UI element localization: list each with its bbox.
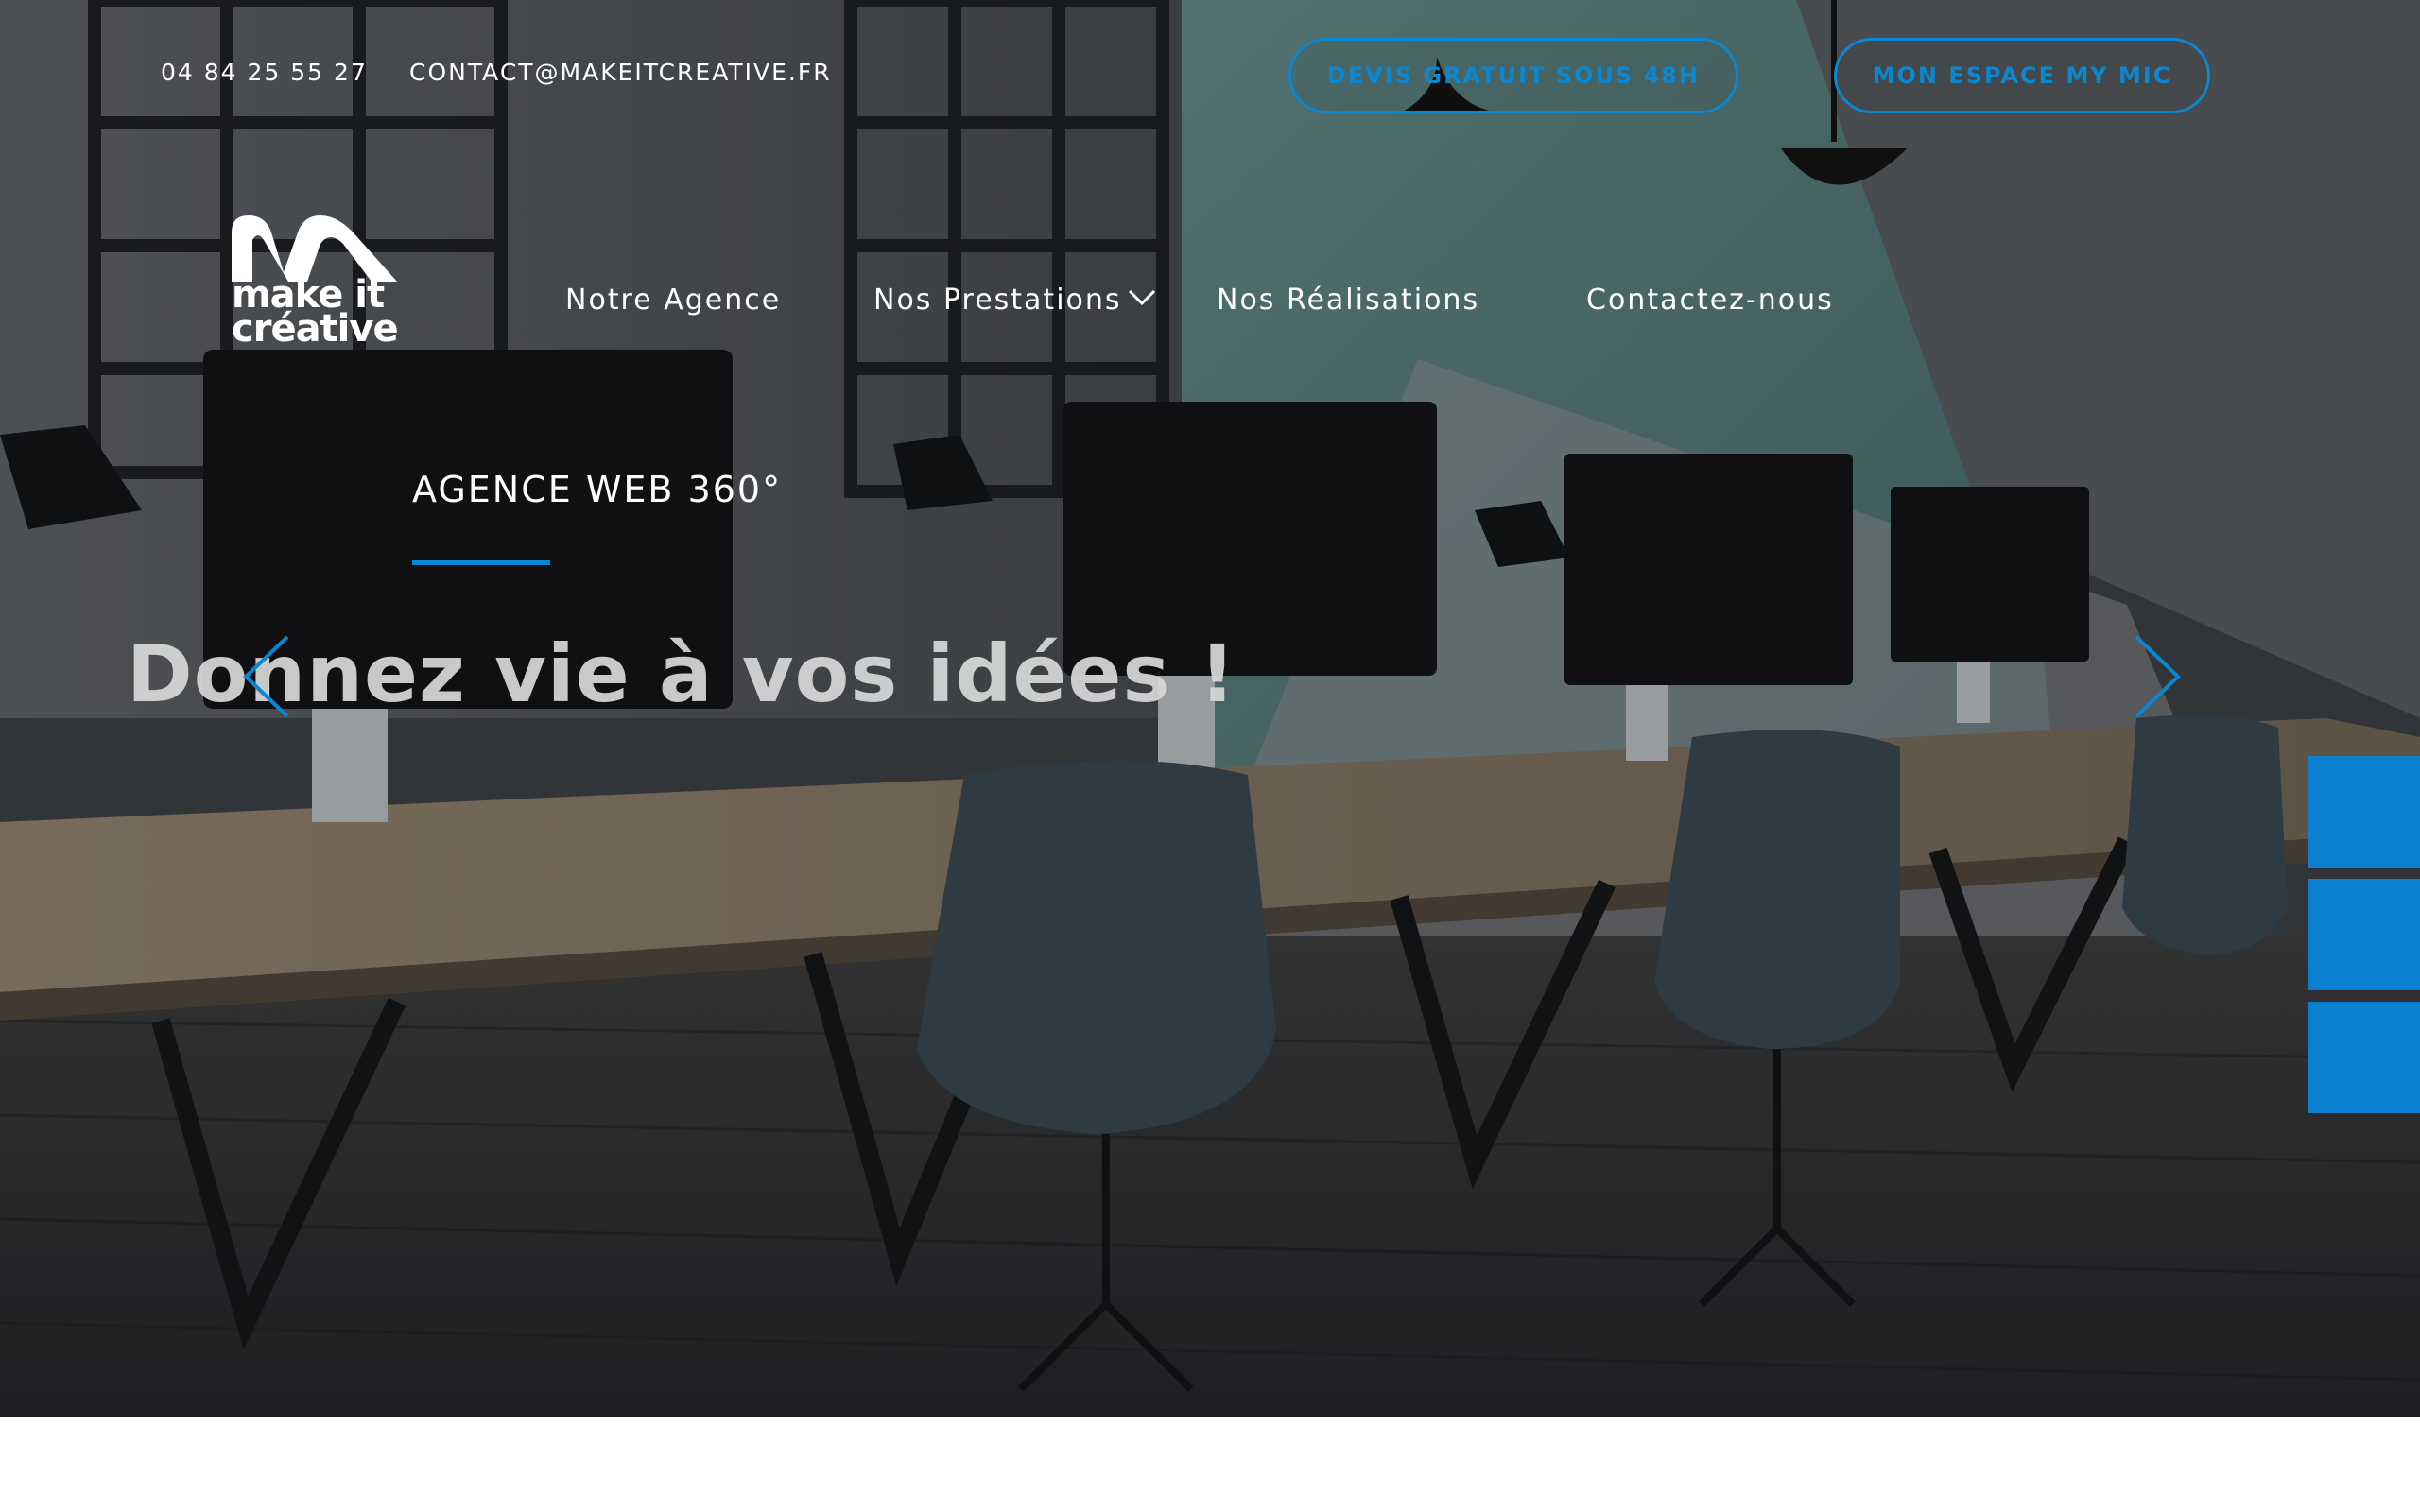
topbar-phone-link[interactable]: 04 84 25 55 27 <box>161 59 368 86</box>
topbar-email-link[interactable]: CONTACT@MAKEITCREATIVE.FR <box>409 59 832 86</box>
side-tab-1[interactable] <box>2308 756 2420 868</box>
logo-mark-icon <box>232 215 397 282</box>
hero-accent-line <box>412 560 550 565</box>
nav-item-notre-agence[interactable]: Notre Agence <box>565 284 781 317</box>
chevron-left-icon[interactable] <box>238 633 295 720</box>
nav-item-contactez-nous[interactable]: Contactez-nous <box>1586 284 1834 317</box>
my-space-button[interactable]: MON ESPACE MY MIC <box>1834 38 2210 113</box>
hero-section: 04 84 25 55 27 CONTACT@MAKEITCREATIVE.FR… <box>0 0 2420 1418</box>
nav-item-nos-prestations[interactable]: Nos Prestations <box>873 284 1122 317</box>
chevron-down-icon[interactable] <box>1128 289 1156 306</box>
nav-item-nos-realisations[interactable]: Nos Réalisations <box>1217 284 1479 317</box>
side-tab-2[interactable] <box>2308 879 2420 990</box>
main-navigation: Notre Agence Nos Prestations Nos Réalisa… <box>0 284 2420 321</box>
chevron-right-icon[interactable] <box>2129 633 2186 720</box>
hero-eyebrow: AGENCE WEB 360° <box>412 469 783 510</box>
free-quote-button[interactable]: DEVIS GRATUIT SOUS 48H <box>1288 38 1738 113</box>
side-tab-3[interactable] <box>2308 1002 2420 1113</box>
